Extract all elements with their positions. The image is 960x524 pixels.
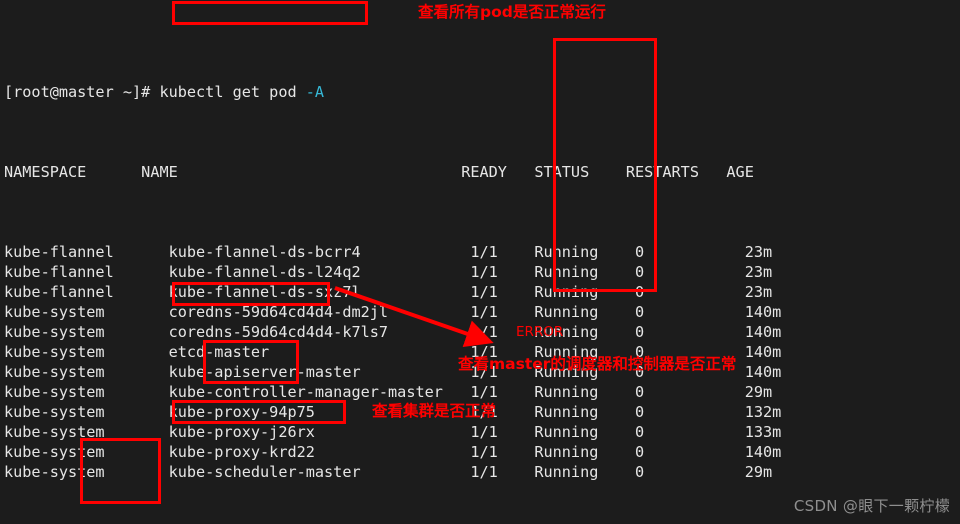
cell-namespace: kube-system bbox=[4, 443, 169, 461]
cell-namespace: kube-system bbox=[4, 423, 169, 441]
annotation-check-master: 查看master的调度器和控制器是否正常 bbox=[458, 355, 737, 373]
cell-status: Running bbox=[534, 443, 635, 461]
cell-status: Running bbox=[534, 283, 635, 301]
cell-restarts: 0 bbox=[634, 443, 745, 461]
table-row: kube-system kube-scheduler-master 1/1 Ru… bbox=[4, 462, 781, 482]
cell-namespace: kube-flannel bbox=[4, 263, 169, 281]
cell-status: Running bbox=[534, 423, 635, 441]
cell-status: Running bbox=[534, 303, 635, 321]
cell-restarts: 0 bbox=[634, 243, 745, 261]
col-name: NAME bbox=[141, 163, 178, 181]
cell-namespace: kube-system bbox=[4, 343, 169, 361]
cell-namespace: kube-system bbox=[4, 303, 169, 321]
cell-namespace: kube-flannel bbox=[4, 243, 169, 261]
cell-pod-name: coredns-59d64cd4d4-dm2jl bbox=[168, 303, 471, 321]
cell-ready: 1/1 bbox=[470, 443, 535, 461]
cell-status: Running bbox=[534, 403, 635, 421]
cell-status: Running bbox=[534, 463, 635, 481]
cell-pod-name: kube-flannel-ds-sxz7l bbox=[168, 283, 471, 301]
cell-pod-name: kube-apiserver-master bbox=[168, 363, 471, 381]
cell-age: 23m bbox=[744, 263, 773, 281]
table-row: kube-system kube-proxy-krd22 1/1 Running… bbox=[4, 442, 781, 462]
col-ready: READY bbox=[461, 163, 507, 181]
table-row: kube-system kube-proxy-j26rx 1/1 Running… bbox=[4, 422, 781, 442]
cell-ready: 1/1 bbox=[470, 463, 535, 481]
cell-pod-name: kube-flannel-ds-l24q2 bbox=[168, 263, 471, 281]
cell-age: 23m bbox=[744, 283, 773, 301]
cell-ready: 1/1 bbox=[470, 243, 535, 261]
cell-pod-name: kube-proxy-krd22 bbox=[168, 443, 471, 461]
cell-age: 132m bbox=[744, 403, 782, 421]
cell-restarts: 0 bbox=[634, 383, 745, 401]
cell-age: 140m bbox=[744, 343, 782, 361]
terminal-output: [root@master ~]# kubectl get pod -A NAME… bbox=[4, 2, 781, 524]
cell-pod-name: kube-controller-manager-master bbox=[168, 383, 471, 401]
cell-status: Running bbox=[534, 383, 635, 401]
cell-ready: 1/1 bbox=[470, 283, 535, 301]
cell-age: 140m bbox=[744, 363, 782, 381]
col-status: STATUS bbox=[534, 163, 590, 181]
cell-pod-name: kube-flannel-ds-bcrr4 bbox=[168, 243, 471, 261]
command-flag-all: -A bbox=[296, 83, 325, 101]
cell-age: 29m bbox=[744, 463, 773, 481]
cell-restarts: 0 bbox=[634, 283, 745, 301]
cell-status: Running bbox=[534, 243, 635, 261]
cell-namespace: kube-system bbox=[4, 463, 169, 481]
cell-restarts: 0 bbox=[634, 263, 745, 281]
terminal-screen[interactable]: [root@master ~]# kubectl get pod -A NAME… bbox=[0, 0, 960, 524]
cell-age: 23m bbox=[744, 243, 773, 261]
cell-restarts: 0 bbox=[634, 423, 745, 441]
cell-namespace: kube-system bbox=[4, 323, 169, 341]
cell-pod-name: kube-scheduler-master bbox=[168, 463, 471, 481]
cell-restarts: 0 bbox=[634, 403, 745, 421]
cell-age: 140m bbox=[744, 443, 782, 461]
annotation-check-cluster: 查看集群是否正常 bbox=[372, 402, 497, 420]
table-row: kube-system coredns-59d64cd4d4-dm2jl 1/1… bbox=[4, 302, 781, 322]
col-restarts: RESTARTS bbox=[625, 163, 699, 181]
cell-ready: 1/1 bbox=[470, 383, 535, 401]
cell-pod-name: coredns-59d64cd4d4-k7ls7 bbox=[168, 323, 471, 341]
annotation-check-all-pods: 查看所有pod是否正常运行 bbox=[418, 3, 606, 21]
col-namespace: NAMESPACE bbox=[4, 163, 87, 181]
col-age: AGE bbox=[726, 163, 754, 181]
cell-restarts: 0 bbox=[634, 463, 745, 481]
shell-prompt: [root@master ~]# bbox=[4, 83, 151, 101]
cell-age: 140m bbox=[744, 323, 782, 341]
command-get-pod: kubectl get pod bbox=[150, 83, 297, 101]
table-row: kube-flannel kube-flannel-ds-sxz7l 1/1 R… bbox=[4, 282, 781, 302]
cell-namespace: kube-system bbox=[4, 363, 169, 381]
cell-restarts: 0 bbox=[634, 303, 745, 321]
cell-pod-name: etcd-master bbox=[168, 343, 471, 361]
watermark: CSDN @眼下一颗柠檬 bbox=[793, 497, 950, 515]
table-row: kube-flannel kube-flannel-ds-l24q2 1/1 R… bbox=[4, 262, 781, 282]
cell-namespace: kube-flannel bbox=[4, 283, 169, 301]
table-row: kube-system coredns-59d64cd4d4-k7ls7 1/1… bbox=[4, 322, 781, 342]
pod-table-header: NAMESPACE NAME READY STATUS RESTARTS AGE bbox=[4, 162, 781, 182]
cell-ready: 1/1 bbox=[470, 303, 535, 321]
cell-age: 29m bbox=[744, 383, 773, 401]
cell-pod-name: kube-proxy-j26rx bbox=[168, 423, 471, 441]
table-row: kube-flannel kube-flannel-ds-bcrr4 1/1 R… bbox=[4, 242, 781, 262]
cell-namespace: kube-system bbox=[4, 383, 169, 401]
cell-namespace: kube-system bbox=[4, 403, 169, 421]
cell-age: 133m bbox=[744, 423, 782, 441]
table-row: kube-system kube-controller-manager-mast… bbox=[4, 382, 781, 402]
cell-age: 140m bbox=[744, 303, 782, 321]
cell-ready: 1/1 bbox=[470, 423, 535, 441]
prompt-line-1: [root@master ~]# kubectl get pod -A bbox=[4, 82, 781, 102]
cell-status: Running bbox=[534, 263, 635, 281]
annotation-error-label: ERROR bbox=[516, 324, 564, 340]
cell-ready: 1/1 bbox=[470, 263, 535, 281]
cell-restarts: 0 bbox=[634, 323, 745, 341]
